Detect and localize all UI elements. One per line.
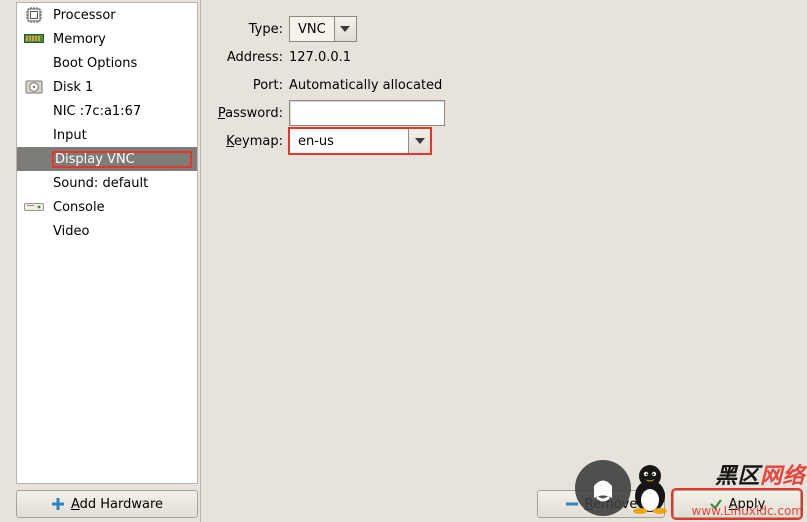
add-hardware-wrap: Add Hardware bbox=[0, 488, 200, 522]
sidebar-item-nic[interactable]: NIC :7c:a1:67 bbox=[17, 99, 197, 123]
blank-icon bbox=[23, 102, 45, 120]
add-hardware-label: Add Hardware bbox=[71, 497, 163, 512]
blank-icon bbox=[23, 174, 45, 192]
label-address: Address: bbox=[209, 50, 289, 65]
label-type: Type: bbox=[209, 22, 289, 37]
details-pane: Type: VNC Address: 127.0.0.1 Port: Autom… bbox=[201, 0, 807, 522]
button-row: Remove Apply bbox=[209, 488, 801, 518]
sidebar-item-label: Video bbox=[53, 224, 191, 239]
label-password: Password: bbox=[209, 106, 289, 121]
chevron-down-icon bbox=[408, 129, 430, 153]
label-keymap: Keymap: bbox=[209, 134, 289, 149]
sidebar: Processor Memory Boot Options bbox=[0, 0, 201, 522]
blank-icon bbox=[23, 126, 45, 144]
apply-label: Apply bbox=[729, 497, 766, 512]
sidebar-item-display-vnc[interactable]: Display VNC bbox=[17, 147, 197, 171]
label-port: Port: bbox=[209, 78, 289, 93]
memory-icon bbox=[23, 30, 45, 48]
type-combo-value: VNC bbox=[290, 17, 334, 41]
virt-manager-details: Processor Memory Boot Options bbox=[0, 0, 807, 522]
sidebar-item-label: Sound: default bbox=[53, 176, 191, 191]
sidebar-item-label: Display VNC bbox=[53, 152, 191, 167]
hardware-list: Processor Memory Boot Options bbox=[16, 2, 198, 484]
minus-icon bbox=[565, 497, 579, 511]
sidebar-item-console[interactable]: Console bbox=[17, 195, 197, 219]
sidebar-item-input[interactable]: Input bbox=[17, 123, 197, 147]
blank-icon bbox=[23, 54, 45, 72]
sidebar-item-label: Boot Options bbox=[53, 56, 191, 71]
sidebar-item-video[interactable]: Video bbox=[17, 219, 197, 243]
value-port: Automatically allocated bbox=[289, 78, 801, 93]
sidebar-item-label: Processor bbox=[53, 8, 191, 23]
sidebar-item-boot-options[interactable]: Boot Options bbox=[17, 51, 197, 75]
apply-button[interactable]: Apply bbox=[673, 490, 801, 518]
row-address: Address: 127.0.0.1 bbox=[209, 44, 801, 70]
sidebar-item-label: Memory bbox=[53, 32, 191, 47]
sidebar-item-sound[interactable]: Sound: default bbox=[17, 171, 197, 195]
apply-icon bbox=[709, 497, 723, 511]
type-combo[interactable]: VNC bbox=[289, 16, 357, 42]
sidebar-item-label: Console bbox=[53, 200, 191, 215]
plus-icon bbox=[51, 497, 65, 511]
row-password: Password: bbox=[209, 100, 801, 126]
console-icon bbox=[23, 198, 45, 216]
chevron-down-icon bbox=[334, 17, 356, 41]
add-hardware-button[interactable]: Add Hardware bbox=[16, 490, 198, 518]
value-address: 127.0.0.1 bbox=[289, 50, 801, 65]
sidebar-item-memory[interactable]: Memory bbox=[17, 27, 197, 51]
keymap-combo-value: en-us bbox=[290, 129, 408, 153]
vnc-form: Type: VNC Address: 127.0.0.1 Port: Autom… bbox=[209, 2, 801, 488]
sidebar-item-label: NIC :7c:a1:67 bbox=[53, 104, 191, 119]
remove-button[interactable]: Remove bbox=[537, 490, 665, 518]
blank-icon bbox=[23, 150, 45, 168]
row-port: Port: Automatically allocated bbox=[209, 72, 801, 98]
sidebar-item-processor[interactable]: Processor bbox=[17, 3, 197, 27]
sidebar-item-label: Input bbox=[53, 128, 191, 143]
disk-icon bbox=[23, 78, 45, 96]
remove-label: Remove bbox=[585, 497, 638, 512]
row-type: Type: VNC bbox=[209, 16, 801, 42]
sidebar-item-disk1[interactable]: Disk 1 bbox=[17, 75, 197, 99]
cpu-icon bbox=[23, 6, 45, 24]
keymap-combo[interactable]: en-us bbox=[289, 128, 431, 154]
blank-icon bbox=[23, 222, 45, 240]
row-keymap: Keymap: en-us bbox=[209, 128, 801, 154]
password-input[interactable] bbox=[289, 100, 445, 126]
sidebar-item-label: Disk 1 bbox=[53, 80, 191, 95]
